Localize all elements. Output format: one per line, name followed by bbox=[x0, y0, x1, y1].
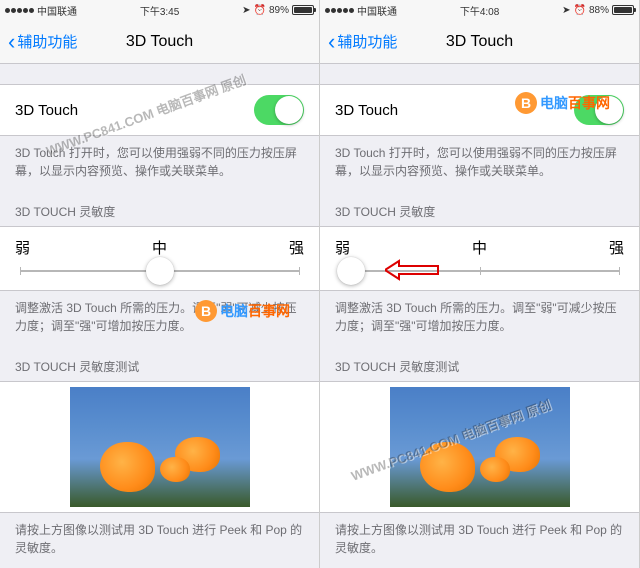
status-bar: 中国联通 下午4:08 ➤ ⏰ 88% bbox=[320, 0, 639, 20]
sensitivity-header: 3D TOUCH 灵敏度 bbox=[0, 188, 319, 226]
chevron-left-icon: ‹ bbox=[8, 29, 15, 55]
test-header: 3D TOUCH 灵敏度测试 bbox=[0, 343, 319, 381]
back-button[interactable]: ‹ 辅助功能 bbox=[328, 29, 397, 55]
toggle-description: 3D Touch 打开时，您可以使用强弱不同的压力按压屏幕，以显示内容预览、操作… bbox=[320, 136, 639, 188]
back-label: 辅助功能 bbox=[17, 31, 77, 52]
location-icon: ➤ bbox=[562, 5, 570, 16]
toggle-label: 3D Touch bbox=[15, 102, 78, 119]
battery-icon bbox=[612, 5, 634, 15]
test-desc: 请按上方图像以测试用 3D Touch 进行 Peek 和 Pop 的灵敏度。 bbox=[0, 513, 319, 565]
slider-label-weak: 弱 bbox=[335, 237, 350, 258]
slider-thumb[interactable] bbox=[146, 257, 174, 285]
status-bar: 中国联通 下午3:45 ➤ ⏰ 89% bbox=[0, 0, 319, 20]
test-image-cell bbox=[320, 381, 639, 513]
test-image[interactable] bbox=[390, 387, 570, 507]
toggle-cell: 3D Touch bbox=[0, 84, 319, 136]
signal-icon bbox=[325, 8, 354, 13]
slider-thumb[interactable] bbox=[337, 257, 365, 285]
location-icon: ➤ bbox=[242, 5, 250, 16]
toggle-label: 3D Touch bbox=[335, 102, 398, 119]
slider-label-weak: 弱 bbox=[15, 237, 30, 258]
battery-pct: 89% bbox=[269, 5, 289, 16]
back-label: 辅助功能 bbox=[337, 31, 397, 52]
chevron-left-icon: ‹ bbox=[328, 29, 335, 55]
sensitivity-desc: 调整激活 3D Touch 所需的压力。调至"弱"可减少按压力度；调至"强"可增… bbox=[320, 291, 639, 343]
slider-label-mid: 中 bbox=[472, 237, 487, 258]
nav-bar: ‹ 辅助功能 3D Touch bbox=[0, 20, 319, 64]
battery-pct: 88% bbox=[589, 5, 609, 16]
slider-label-strong: 强 bbox=[609, 237, 624, 258]
toggle-cell: 3D Touch bbox=[320, 84, 639, 136]
sensitivity-header: 3D TOUCH 灵敏度 bbox=[320, 188, 639, 226]
nav-bar: ‹ 辅助功能 3D Touch bbox=[320, 20, 639, 64]
test-header: 3D TOUCH 灵敏度测试 bbox=[320, 343, 639, 381]
test-image-cell bbox=[0, 381, 319, 513]
sensitivity-slider-cell: 弱 中 强 bbox=[320, 226, 639, 291]
signal-icon bbox=[5, 8, 34, 13]
sensitivity-slider[interactable] bbox=[340, 270, 619, 272]
time-label: 下午3:45 bbox=[140, 3, 179, 18]
toggle-description: 3D Touch 打开时，您可以使用强弱不同的压力按压屏幕，以显示内容预览、操作… bbox=[0, 136, 319, 188]
carrier-label: 中国联通 bbox=[37, 3, 77, 18]
3dtouch-toggle[interactable] bbox=[254, 95, 304, 125]
sensitivity-slider-cell: 弱 中 强 bbox=[0, 226, 319, 291]
slider-label-strong: 强 bbox=[289, 237, 304, 258]
time-label: 下午4:08 bbox=[460, 3, 499, 18]
test-image[interactable] bbox=[70, 387, 250, 507]
alarm-icon: ⏰ bbox=[254, 5, 266, 16]
battery-icon bbox=[292, 5, 314, 15]
sensitivity-desc: 调整激活 3D Touch 所需的压力。调至"弱"可减少按压力度；调至"强"可增… bbox=[0, 291, 319, 343]
slider-label-mid: 中 bbox=[152, 237, 167, 258]
test-desc: 请按上方图像以测试用 3D Touch 进行 Peek 和 Pop 的灵敏度。 bbox=[320, 513, 639, 565]
back-button[interactable]: ‹ 辅助功能 bbox=[8, 29, 77, 55]
3dtouch-toggle[interactable] bbox=[574, 95, 624, 125]
carrier-label: 中国联通 bbox=[357, 3, 397, 18]
arrow-annotation bbox=[385, 259, 440, 281]
page-title: 3D Touch bbox=[446, 33, 513, 51]
alarm-icon: ⏰ bbox=[574, 5, 586, 16]
page-title: 3D Touch bbox=[126, 33, 193, 51]
sensitivity-slider[interactable] bbox=[20, 270, 299, 272]
